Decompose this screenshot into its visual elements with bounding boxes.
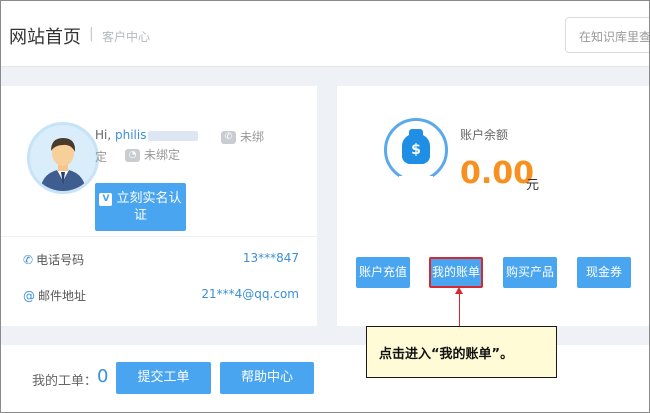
site-home-link[interactable]: 网站首页 (9, 23, 81, 49)
balance-unit: 元 (526, 178, 540, 193)
top-header: 网站首页 | 客户中心 在知识库里查 (1, 1, 649, 67)
wechat-status-text: 未绑定 (144, 148, 181, 162)
wechat-icon: ◔ (125, 149, 140, 162)
header-separator: | (89, 26, 94, 42)
phone-status-wrap: 定 (95, 150, 108, 164)
wechat-bind-status[interactable]: ◔ 未绑定 (125, 146, 180, 163)
username-mask (148, 130, 199, 141)
phone-icon: ✆ (23, 253, 34, 267)
profile-card: Hi, philis ✆ 未绑 定 ◔ 未绑定 V 立刻实名认证 ✆ 电话号码 13**… (1, 86, 317, 326)
contact-row-phone: ✆ 电话号码 13***847 (23, 251, 299, 268)
contact-row-email: @ 邮件地址 21***4@qq.com (23, 287, 299, 304)
phone-label: 电话号码 (36, 253, 85, 267)
cash-coupon-button[interactable]: 现金券 (577, 257, 631, 288)
balance-label: 账户余额 (460, 128, 509, 142)
help-center-button[interactable]: 帮助中心 (220, 362, 314, 394)
phone-status-text: 未绑 (240, 130, 265, 144)
money-bag-icon: $ (402, 134, 430, 164)
ticket-label: 我的工单： (32, 374, 98, 389)
email-value: 21***4@qq.com (201, 287, 299, 301)
recharge-button[interactable]: 账户充值 (356, 257, 410, 288)
ticket-count[interactable]: 0 (97, 366, 108, 387)
verify-icon: V (99, 193, 113, 206)
email-label: 邮件地址 (38, 289, 87, 303)
at-icon: @ (23, 289, 35, 303)
username: philis (115, 128, 147, 142)
callout-arrow-line (459, 290, 460, 326)
phone-icon: ✆ (221, 131, 236, 144)
greeting: Hi, philis (95, 128, 199, 142)
divider (1, 236, 317, 237)
verify-identity-button[interactable]: V 立刻实名认证 (95, 183, 186, 231)
my-bill-button[interactable]: 我的账单 (429, 257, 483, 288)
buy-product-button[interactable]: 购买产品 (503, 257, 557, 288)
submit-ticket-button[interactable]: 提交工单 (116, 362, 211, 394)
verify-button-label: 立刻实名认证 (116, 191, 182, 223)
phone-value: 13***847 (242, 251, 299, 265)
knowledge-search-input[interactable]: 在知识库里查 (565, 17, 649, 53)
app-frame: 网站首页 | 客户中心 在知识库里查 Hi, philis ✆ 未绑 定 ◔ 未绑定 (0, 0, 650, 413)
wallet-ring-gap (399, 176, 433, 186)
balance-card: $ 账户余额 0.00 元 账户充值 我的账单 购买产品 现金券 (337, 86, 649, 326)
phone-bind-status[interactable]: ✆ 未绑 (221, 128, 264, 145)
instruction-callout: 点击进入“我的账单”。 (366, 326, 557, 378)
greeting-text: Hi, (95, 128, 112, 142)
balance-value: 0.00 (460, 156, 535, 191)
user-avatar-icon (40, 138, 86, 191)
avatar (27, 122, 99, 194)
customer-center-label: 客户中心 (102, 30, 151, 44)
